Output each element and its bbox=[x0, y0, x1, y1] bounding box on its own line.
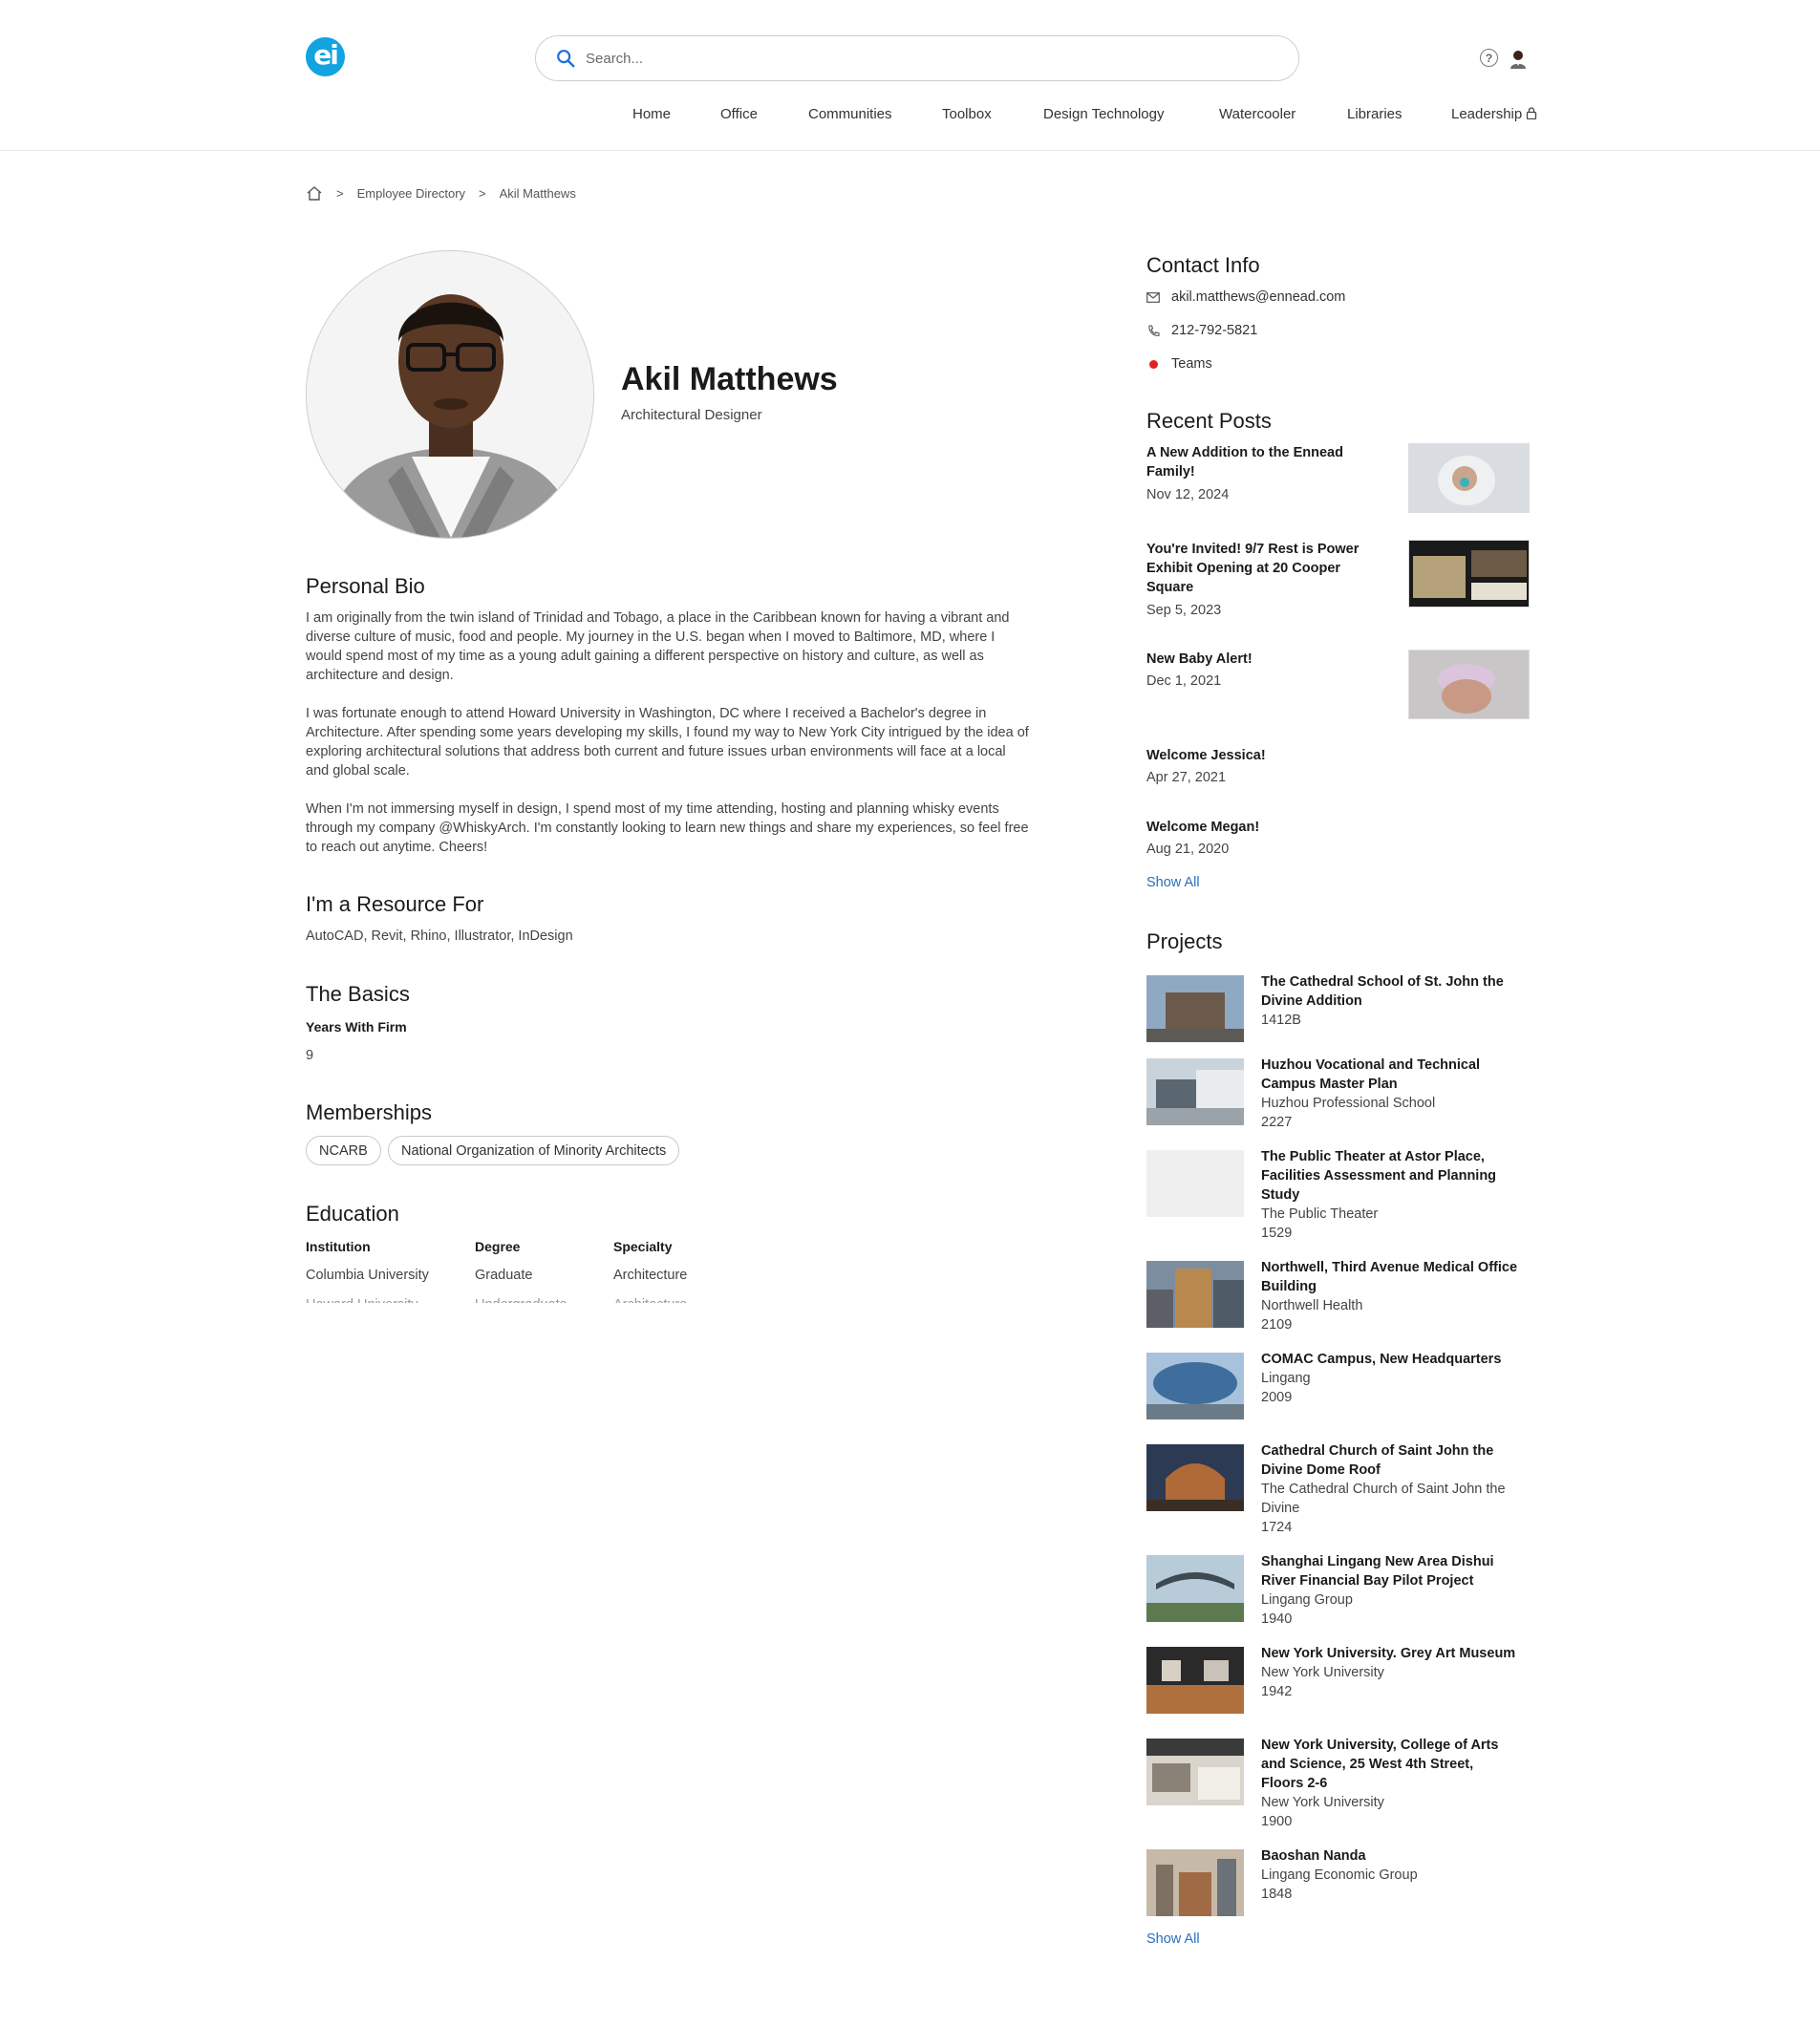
project-item[interactable]: Baoshan Nanda Lingang Economic Group 1848 bbox=[1261, 1846, 1519, 1904]
project-thumbnail[interactable] bbox=[1146, 1444, 1244, 1511]
post-thumbnail[interactable] bbox=[1408, 650, 1530, 719]
project-item[interactable]: The Cathedral School of St. John the Div… bbox=[1261, 972, 1519, 1030]
project-thumbnail[interactable] bbox=[1146, 1739, 1244, 1805]
project-item[interactable]: New York University, College of Arts and… bbox=[1261, 1736, 1519, 1831]
profile-photo bbox=[306, 250, 594, 539]
user-avatar-icon[interactable] bbox=[1508, 48, 1529, 69]
help-icon[interactable]: ? bbox=[1480, 49, 1498, 67]
nav-office[interactable]: Office bbox=[720, 106, 758, 122]
site-logo[interactable]: ei bbox=[306, 37, 345, 76]
contact-phone[interactable]: 212-792-5821 bbox=[1146, 323, 1257, 338]
basics-heading: The Basics bbox=[306, 982, 410, 1006]
post-date: Dec 1, 2021 bbox=[1146, 673, 1222, 689]
education-heading: Education bbox=[306, 1202, 399, 1226]
contact-phone-text[interactable]: 212-792-5821 bbox=[1171, 323, 1257, 338]
post-thumbnail[interactable] bbox=[1408, 540, 1530, 608]
nav-leadership[interactable]: Leadership bbox=[1451, 106, 1537, 122]
project-thumbnail[interactable] bbox=[1146, 1849, 1244, 1916]
status-dot-icon bbox=[1146, 357, 1160, 371]
project-item[interactable]: Huzhou Vocational and Technical Campus M… bbox=[1261, 1056, 1519, 1132]
post-date: Sep 5, 2023 bbox=[1146, 603, 1222, 618]
project-thumbnail[interactable] bbox=[1146, 1058, 1244, 1125]
project-item[interactable]: Shanghai Lingang New Area Dishui River F… bbox=[1261, 1552, 1519, 1629]
project-item[interactable]: The Public Theater at Astor Place, Facil… bbox=[1261, 1147, 1519, 1243]
site-header: ei ? Home Office Communities Toolbox Des… bbox=[0, 0, 1820, 151]
nav-home[interactable]: Home bbox=[632, 106, 671, 122]
post-title[interactable]: Welcome Megan! bbox=[1146, 818, 1376, 837]
post-date: Apr 27, 2021 bbox=[1146, 770, 1227, 785]
contact-heading: Contact Info bbox=[1146, 253, 1260, 277]
years-with-firm-value: 9 bbox=[306, 1048, 314, 1063]
membership-chip[interactable]: National Organization of Minority Archit… bbox=[388, 1136, 680, 1165]
nav-communities[interactable]: Communities bbox=[808, 106, 892, 122]
membership-chip[interactable]: NCARB bbox=[306, 1136, 381, 1165]
project-thumbnail[interactable] bbox=[1146, 1261, 1244, 1328]
education-degree: Graduate bbox=[475, 1268, 533, 1283]
contact-email-text[interactable]: akil.matthews@ennead.com bbox=[1171, 289, 1345, 305]
memberships-heading: Memberships bbox=[306, 1100, 433, 1124]
mail-icon bbox=[1146, 290, 1160, 304]
project-thumbnail[interactable] bbox=[1146, 1647, 1244, 1714]
education-col-institution: Institution bbox=[306, 1239, 371, 1254]
lock-icon bbox=[1527, 107, 1537, 120]
breadcrumb-current: Akil Matthews bbox=[499, 185, 576, 201]
contact-teams[interactable]: Teams bbox=[1146, 356, 1212, 372]
resource-list: AutoCAD, Revit, Rhino, Illustrator, InDe… bbox=[306, 928, 573, 944]
post-date: Nov 12, 2024 bbox=[1146, 487, 1230, 502]
nav-watercooler[interactable]: Watercooler bbox=[1219, 106, 1295, 122]
project-item[interactable]: COMAC Campus, New Headquarters Lingang 200… bbox=[1261, 1350, 1519, 1407]
contact-teams-text[interactable]: Teams bbox=[1171, 356, 1212, 372]
education-degree: Undergraduate bbox=[475, 1297, 567, 1303]
post-title[interactable]: You're Invited! 9/7 Rest is Power Exhibi… bbox=[1146, 540, 1376, 597]
project-item[interactable]: Northwell, Third Avenue Medical Office B… bbox=[1261, 1258, 1519, 1334]
project-thumbnail[interactable] bbox=[1146, 1150, 1244, 1217]
education-specialty: Architecture bbox=[613, 1297, 687, 1303]
education-institution: Columbia University bbox=[306, 1268, 429, 1283]
home-icon[interactable] bbox=[306, 185, 323, 201]
search-icon bbox=[557, 50, 575, 68]
years-with-firm-label: Years With Firm bbox=[306, 1019, 407, 1035]
main-nav: Home Office Communities Toolbox Design T… bbox=[0, 106, 1820, 125]
project-item[interactable]: New York University. Grey Art Museum New … bbox=[1261, 1644, 1519, 1701]
education-specialty: Architecture bbox=[613, 1268, 688, 1283]
profile-name: Akil Matthews bbox=[621, 361, 838, 397]
breadcrumb: > Employee Directory > Akil Matthews bbox=[306, 185, 576, 201]
bio-paragraph: I was fortunate enough to attend Howard … bbox=[306, 706, 1029, 779]
bio-heading: Personal Bio bbox=[306, 574, 425, 598]
breadcrumb-employee-directory[interactable]: Employee Directory bbox=[357, 186, 465, 201]
education-col-specialty: Specialty bbox=[613, 1239, 673, 1254]
bio-paragraph: When I'm not immersing myself in design,… bbox=[306, 801, 1029, 855]
resource-heading: I'm a Resource For bbox=[306, 892, 484, 916]
post-thumbnail[interactable] bbox=[1408, 443, 1530, 513]
nav-libraries[interactable]: Libraries bbox=[1347, 106, 1402, 122]
search-input[interactable] bbox=[586, 50, 1254, 67]
post-date: Aug 21, 2020 bbox=[1146, 842, 1230, 857]
projects-show-all-link[interactable]: Show All bbox=[1146, 1931, 1200, 1947]
breadcrumb-separator: > bbox=[479, 185, 486, 201]
post-title[interactable]: A New Addition to the Ennead Family! bbox=[1146, 443, 1376, 481]
education-col-degree: Degree bbox=[475, 1239, 521, 1254]
nav-toolbox[interactable]: Toolbox bbox=[942, 106, 992, 122]
contact-email[interactable]: akil.matthews@ennead.com bbox=[1146, 289, 1345, 305]
phone-icon bbox=[1146, 324, 1160, 337]
bio-paragraph: I am originally from the twin island of … bbox=[306, 610, 1010, 683]
recent-posts-show-all-link[interactable]: Show All bbox=[1146, 875, 1200, 890]
education-institution: Howard University bbox=[306, 1297, 418, 1303]
post-title[interactable]: Welcome Jessica! bbox=[1146, 746, 1376, 765]
project-thumbnail[interactable] bbox=[1146, 1353, 1244, 1419]
search-bar[interactable] bbox=[535, 35, 1299, 81]
profile-job-title: Architectural Designer bbox=[621, 407, 762, 423]
breadcrumb-separator: > bbox=[336, 185, 344, 201]
nav-design-technology[interactable]: Design Technology bbox=[1043, 106, 1164, 122]
recent-posts-heading: Recent Posts bbox=[1146, 409, 1272, 433]
project-item[interactable]: Cathedral Church of Saint John the Divin… bbox=[1261, 1441, 1519, 1537]
projects-heading: Projects bbox=[1146, 929, 1223, 953]
project-thumbnail[interactable] bbox=[1146, 975, 1244, 1042]
post-title[interactable]: New Baby Alert! bbox=[1146, 650, 1376, 669]
project-thumbnail[interactable] bbox=[1146, 1555, 1244, 1622]
